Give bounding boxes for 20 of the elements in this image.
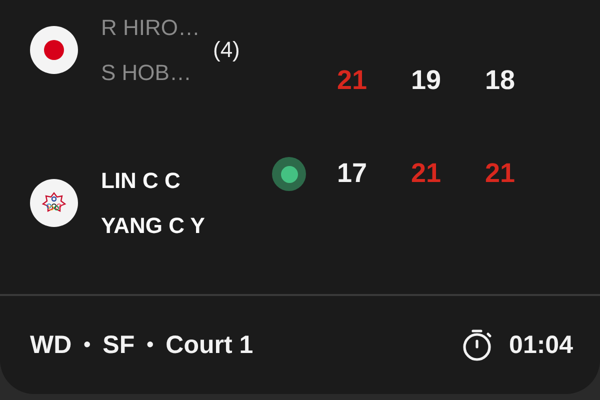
game-score: 21 xyxy=(410,158,442,188)
flag-icon xyxy=(30,179,78,227)
round-label: SF xyxy=(102,330,135,360)
separator-dot: • xyxy=(146,334,154,356)
separator-dot: • xyxy=(84,334,91,356)
game-score: 21 xyxy=(484,158,516,188)
game-score: 17 xyxy=(336,158,368,188)
game-score: 21 xyxy=(336,65,368,95)
player-name: YANG C Y xyxy=(101,212,206,240)
game-score: 18 xyxy=(484,65,516,95)
stopwatch-icon xyxy=(461,328,494,362)
flag-icon xyxy=(30,26,78,74)
match-duration: 01:04 xyxy=(509,330,573,360)
player-name: LIN C C xyxy=(101,167,182,195)
court-label: Court 1 xyxy=(166,330,254,360)
game-score: 19 xyxy=(410,65,442,95)
player-name: S HOB… xyxy=(101,59,192,87)
seed-label: (4) xyxy=(213,37,240,63)
player-name: R HIRO… xyxy=(101,14,201,42)
event-label: WD xyxy=(30,330,72,360)
